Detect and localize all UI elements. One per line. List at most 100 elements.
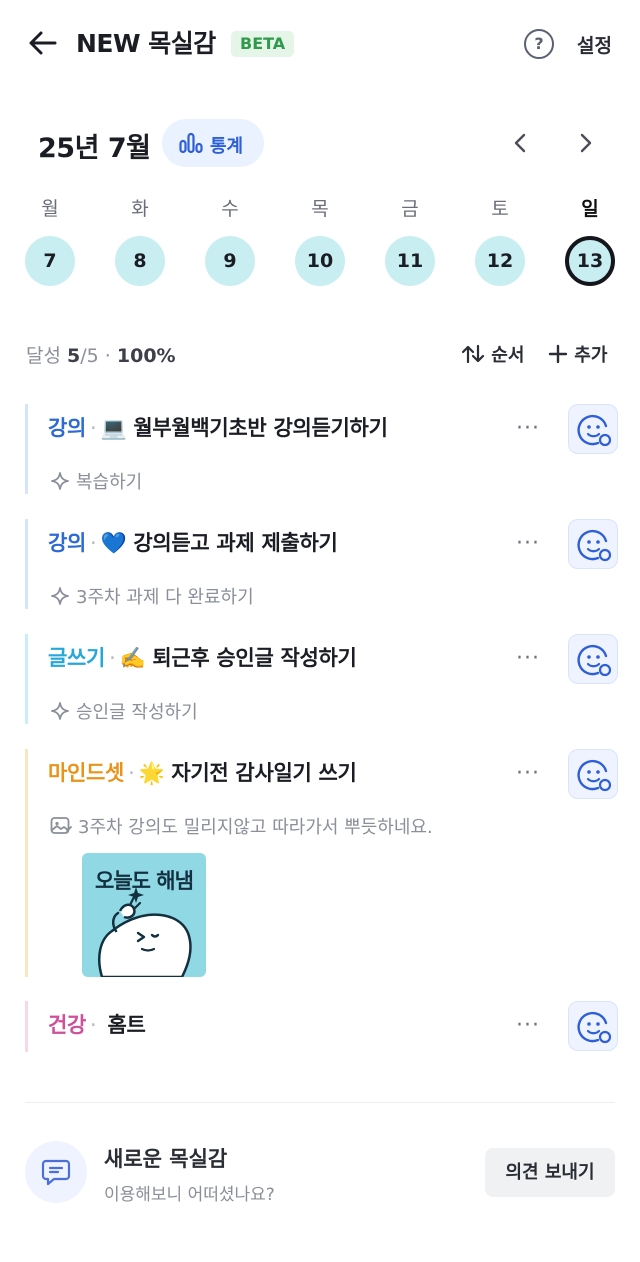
dot-separator: ·	[90, 531, 97, 555]
more-options-icon[interactable]: ···	[516, 1013, 540, 1038]
dot-separator: ·	[128, 761, 135, 785]
task-note: 3주차 강의도 밀리지않고 따라가서 뿌듯하네요.	[50, 813, 433, 839]
weekday-mon: 월	[41, 198, 59, 220]
task-note-text: 3주차 과제 다 완료하기	[76, 587, 254, 608]
image-icon	[50, 817, 72, 834]
task-item[interactable]: 강의 · 💙 강의듣고 과제 제출하기 3주차 과제 다 완료하기 ···	[25, 519, 618, 609]
task-category: 마인드셋	[48, 761, 125, 785]
app-header: NEW 목실감 BETA ? 설정	[0, 0, 640, 88]
send-feedback-button[interactable]: 의견 보내기	[485, 1148, 615, 1197]
task-title: 월부월백기초반 강의듣기하기	[133, 416, 388, 440]
achievement-percent: 100%	[116, 345, 176, 367]
task-emoji: ✍️	[119, 646, 146, 670]
task-title: 강의듣고 과제 제출하기	[133, 531, 338, 555]
stats-label: 통계	[210, 136, 244, 157]
day-circle[interactable]: 7	[25, 236, 75, 286]
task-emoji: 💙	[100, 531, 127, 555]
sparkle-icon	[51, 472, 69, 490]
day-circle[interactable]: 10	[295, 236, 345, 286]
add-button[interactable]: 추가	[548, 341, 607, 367]
task-item[interactable]: 강의 · 💻 월부월백기초반 강의듣기하기 복습하기 ···	[25, 404, 618, 494]
stats-button[interactable]: 통계	[162, 119, 264, 167]
reaction-button[interactable]	[568, 634, 618, 684]
task-title-line: 강의 · 💻 월부월백기초반 강의듣기하기	[48, 412, 388, 442]
more-options-icon[interactable]: ···	[516, 761, 540, 786]
task-note: 복습하기	[50, 468, 142, 494]
chevron-left-icon[interactable]	[508, 130, 534, 156]
chevron-right-icon[interactable]	[572, 130, 598, 156]
smiley-add-icon	[577, 529, 612, 562]
achievement-done: 5	[67, 345, 81, 367]
task-title-line: 마인드셋 · 🌟 자기전 감사일기 쓰기	[48, 757, 357, 787]
beta-badge: BETA	[231, 31, 295, 57]
smiley-add-icon	[577, 644, 612, 677]
smiley-add-icon	[577, 1011, 612, 1044]
achievement-label: 달성	[26, 345, 61, 367]
dot-separator: ·	[109, 646, 116, 670]
feedback-title: 새로운 목실감	[104, 1147, 228, 1171]
task-category: 건강	[48, 1013, 87, 1037]
day-circle-selected[interactable]: 13	[565, 236, 615, 286]
reaction-button[interactable]	[568, 749, 618, 799]
sparkle-icon	[51, 702, 69, 720]
task-category: 강의	[48, 416, 87, 440]
weekday-wed: 수	[221, 198, 239, 220]
feedback-subtitle: 이용해보니 어떠셨나요?	[104, 1185, 275, 1205]
task-category: 글쓰기	[48, 646, 106, 670]
task-title-line: 강의 · 💙 강의듣고 과제 제출하기	[48, 527, 338, 557]
reaction-button[interactable]	[568, 404, 618, 454]
dot-separator: ·	[90, 1013, 97, 1037]
reaction-button[interactable]	[568, 1001, 618, 1051]
sticker-character-illustration	[98, 887, 192, 977]
more-options-icon[interactable]: ···	[516, 416, 540, 441]
smiley-add-icon	[577, 414, 612, 447]
sort-arrows-icon	[461, 344, 485, 364]
dot-separator: ·	[90, 416, 97, 440]
bar-chart-icon	[179, 132, 203, 154]
task-note: 3주차 과제 다 완료하기	[50, 583, 254, 609]
achievement-total: /5	[80, 345, 99, 367]
task-item[interactable]: 건강 · 홈트 ···	[25, 1001, 618, 1052]
weekday-thu: 목	[311, 198, 329, 220]
achievement-summary: 달성 5/5 · 100%	[26, 341, 176, 368]
task-title-line: 글쓰기 · ✍️ 퇴근후 승인글 작성하기	[48, 642, 357, 672]
task-title: 퇴근후 승인글 작성하기	[152, 646, 357, 670]
task-note-text: 복습하기	[76, 472, 143, 493]
month-label: 25년 7월	[38, 133, 151, 164]
reaction-button[interactable]	[568, 519, 618, 569]
add-label: 추가	[574, 345, 608, 366]
help-icon[interactable]: ?	[524, 29, 554, 59]
chat-bubble-icon	[25, 1141, 87, 1203]
task-title: 홈트	[107, 1013, 146, 1037]
day-circle[interactable]: 9	[205, 236, 255, 286]
weekday-tue: 화	[131, 198, 149, 220]
more-options-icon[interactable]: ···	[516, 646, 540, 671]
task-title-line: 건강 · 홈트	[48, 1009, 146, 1039]
sticker-image[interactable]: 오늘도 해냄	[82, 853, 206, 977]
weekday-fri: 금	[401, 198, 419, 220]
task-item[interactable]: 마인드셋 · 🌟 자기전 감사일기 쓰기 3주차 강의도 밀리지않고 따라가서 뿌듯…	[25, 749, 618, 977]
sort-button[interactable]: 순서	[461, 341, 524, 367]
task-emoji: 🌟	[138, 761, 165, 785]
day-circle[interactable]: 8	[115, 236, 165, 286]
divider	[25, 1102, 615, 1103]
weekday-sat: 토	[491, 198, 509, 220]
smiley-add-icon	[577, 759, 612, 792]
plus-icon	[548, 344, 568, 364]
task-note: 승인글 작성하기	[50, 698, 198, 724]
task-emoji: 💻	[100, 416, 127, 440]
task-note-text: 3주차 강의도 밀리지않고 따라가서 뿌듯하네요.	[78, 817, 433, 838]
day-circle[interactable]: 11	[385, 236, 435, 286]
summary-separator: ·	[104, 345, 111, 367]
settings-button[interactable]: 설정	[577, 31, 612, 58]
weekday-sun: 일	[581, 198, 599, 220]
page-title: NEW 목실감	[76, 29, 216, 58]
task-category: 강의	[48, 531, 87, 555]
day-circle[interactable]: 12	[475, 236, 525, 286]
more-options-icon[interactable]: ···	[516, 531, 540, 556]
task-item[interactable]: 글쓰기 · ✍️ 퇴근후 승인글 작성하기 승인글 작성하기 ···	[25, 634, 618, 724]
task-title: 자기전 감사일기 쓰기	[171, 761, 357, 785]
sparkle-icon	[51, 587, 69, 605]
back-arrow-icon[interactable]	[26, 26, 60, 60]
sort-label: 순서	[491, 345, 525, 366]
